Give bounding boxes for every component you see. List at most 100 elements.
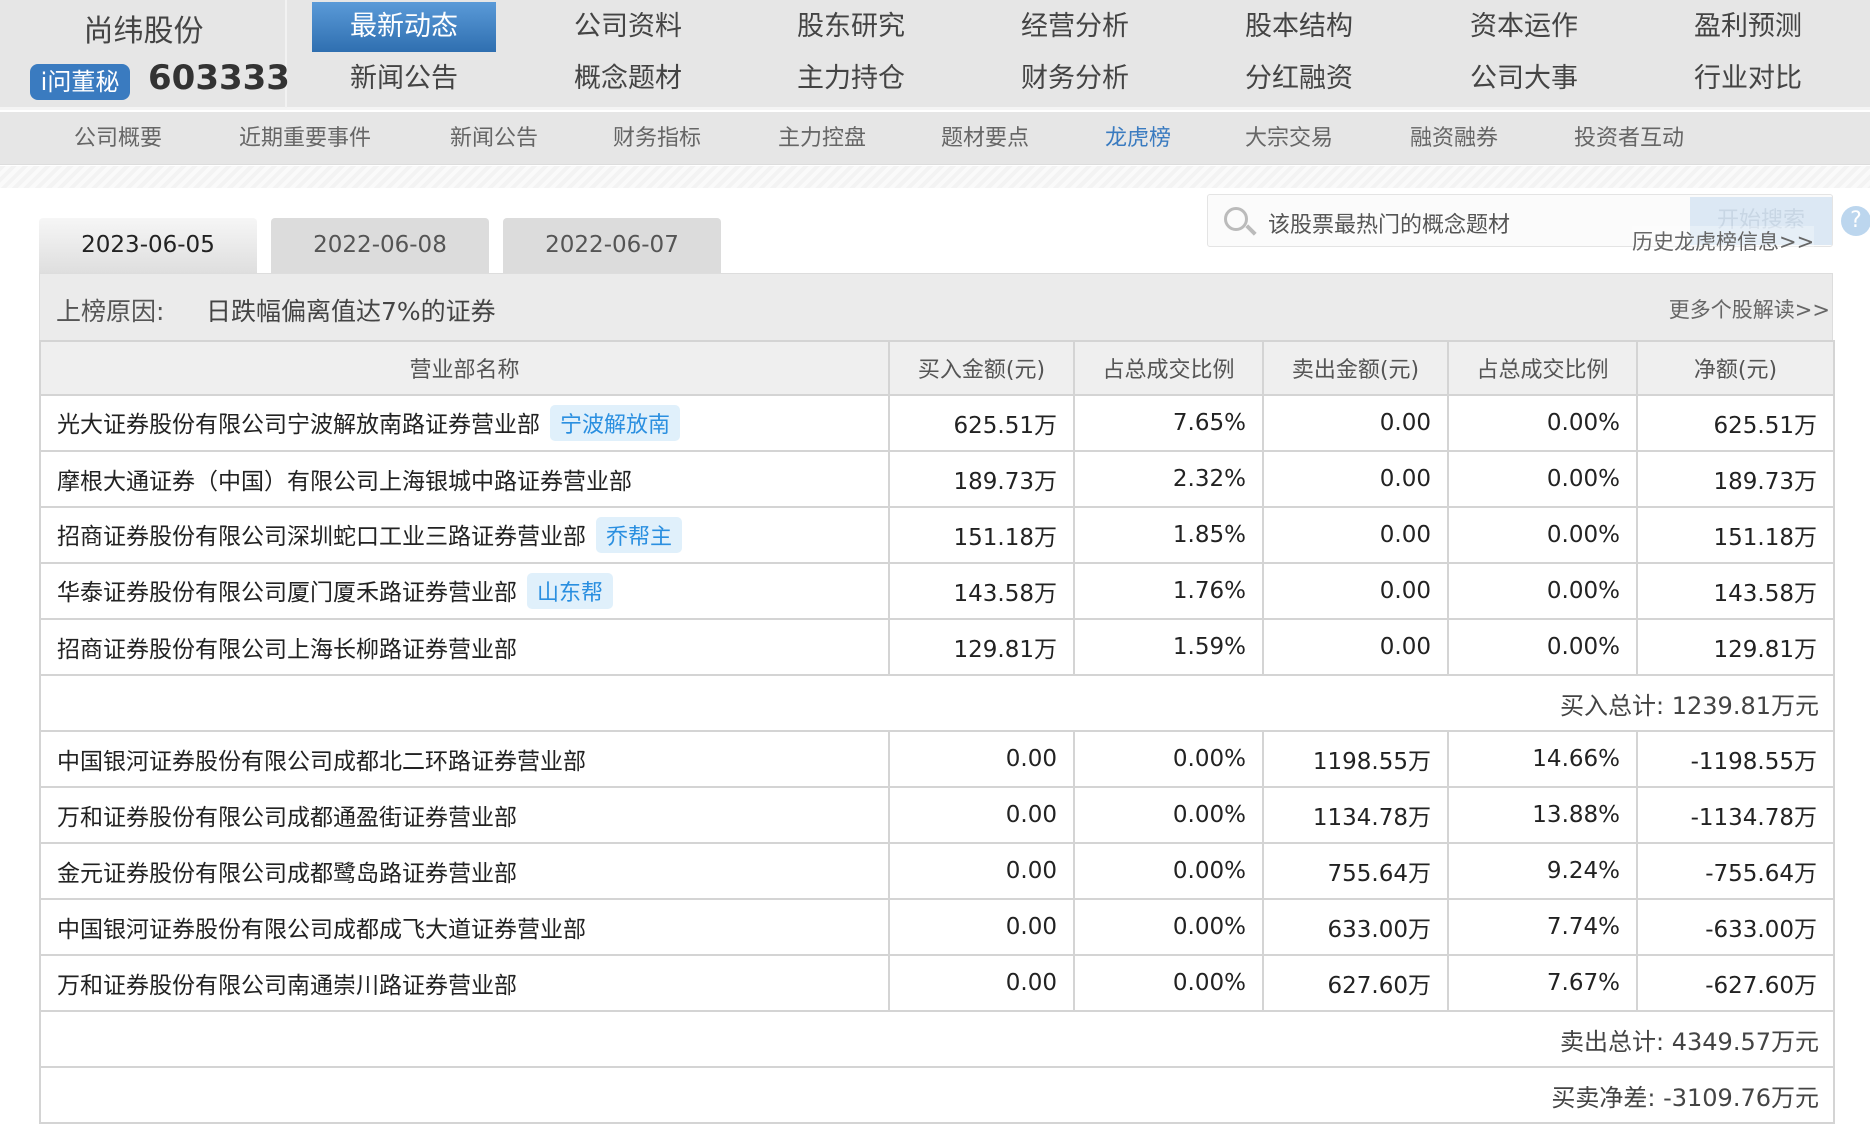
history-link[interactable]: 历史龙虎榜信息>> xyxy=(1632,226,1815,256)
branch-name-cell[interactable]: 中国银河证券股份有限公司成都成飞大道证券营业部 xyxy=(39,898,890,956)
total-row: 买入总计: 1239.81万元 xyxy=(39,674,1835,732)
buy-pct-cell: 0.00% xyxy=(1073,730,1264,788)
buy-cell: 189.73万 xyxy=(888,450,1075,508)
branch-name-cell[interactable]: 金元证券股份有限公司成都鹭岛路证券营业部 xyxy=(39,842,890,900)
branch-name-cell[interactable]: 万和证券股份有限公司南通崇川路证券营业部 xyxy=(39,954,890,1012)
nav-item[interactable]: 行业对比 xyxy=(1656,54,1840,104)
branch-name[interactable]: 万和证券股份有限公司成都通盈街证券营业部 xyxy=(57,805,517,831)
subnav-item[interactable]: 主力控盘 xyxy=(778,112,866,165)
branch-name[interactable]: 摩根大通证券（中国）有限公司上海银城中路证券营业部 xyxy=(57,469,632,495)
branch-name[interactable]: 华泰证券股份有限公司厦门厦禾路证券营业部 xyxy=(57,580,517,606)
branch-name-cell[interactable]: 光大证券股份有限公司宁波解放南路证券营业部 宁波解放南 xyxy=(39,394,890,452)
buy-cell: 0.00 xyxy=(888,730,1075,788)
sub-nav: 公司概要 近期重要事件 新闻公告 财务指标 主力控盘 题材要点 龙虎榜 大宗交易 融资融券 投资者… xyxy=(0,112,1870,165)
buy-pct-cell: 0.00% xyxy=(1073,786,1264,844)
sell-pct-cell: 0.00% xyxy=(1447,562,1638,620)
nav-item[interactable]: 股东研究 xyxy=(759,2,943,52)
table-row: 华泰证券股份有限公司厦门厦禾路证券营业部 山东帮 143.58万 1.76% 0.00 0… xyxy=(39,562,1835,620)
net-cell: -633.00万 xyxy=(1636,898,1835,956)
buy-cell: 151.18万 xyxy=(888,506,1075,564)
ask-secretary-badge[interactable]: i问董秘 xyxy=(30,64,130,100)
buy-cell: 129.81万 xyxy=(888,618,1075,676)
buy-pct-cell: 1.59% xyxy=(1073,618,1264,676)
col-header: 卖出金额(元) xyxy=(1262,340,1449,396)
subnav-item[interactable]: 融资融券 xyxy=(1410,112,1498,165)
more-analysis-link[interactable]: 更多个股解读>> xyxy=(1669,294,1830,324)
branch-name[interactable]: 中国银河证券股份有限公司成都成飞大道证券营业部 xyxy=(57,917,586,943)
sell-pct-cell: 0.00% xyxy=(1447,394,1638,452)
nav-item[interactable]: 分红融资 xyxy=(1207,54,1391,104)
date-tab[interactable]: 2022-06-08 xyxy=(271,218,489,274)
branch-name-cell[interactable]: 招商证券股份有限公司上海长柳路证券营业部 xyxy=(39,618,890,676)
subnav-item[interactable]: 近期重要事件 xyxy=(239,112,371,165)
buy-pct-cell: 2.32% xyxy=(1073,450,1264,508)
top-header: 尚纬股份 i问董秘 603333 最新动态 新闻公告 公司资料 概念题材 股东研究 主力持… xyxy=(0,0,1870,110)
table-row: 中国银河证券股份有限公司成都成飞大道证券营业部 0.00 0.00% 633.00万 7… xyxy=(39,898,1835,956)
nav-item[interactable]: 资本运作 xyxy=(1432,2,1616,52)
branch-name[interactable]: 金元证券股份有限公司成都鹭岛路证券营业部 xyxy=(57,861,517,887)
nav-item[interactable]: 公司大事 xyxy=(1432,54,1616,104)
sell-cell: 633.00万 xyxy=(1262,898,1449,956)
reason-label: 上榜原因: xyxy=(56,297,165,326)
net-cell: -1198.55万 xyxy=(1636,730,1835,788)
sell-cell: 0.00 xyxy=(1262,506,1449,564)
nav-item[interactable]: 股本结构 xyxy=(1207,2,1391,52)
buy-pct-cell: 0.00% xyxy=(1073,842,1264,900)
subnav-item[interactable]: 龙虎榜 xyxy=(1105,112,1171,165)
nav-item[interactable]: 盈利预测 xyxy=(1656,2,1840,52)
table-header-row: 营业部名称 买入金额(元) 占总成交比例 卖出金额(元) 占总成交比例 净额(元… xyxy=(39,340,1835,396)
branch-name-cell[interactable]: 万和证券股份有限公司成都通盈街证券营业部 xyxy=(39,786,890,844)
nav-item[interactable]: 主力持仓 xyxy=(759,54,943,104)
search-input[interactable]: 该股票最热门的概念题材 xyxy=(1268,207,1510,239)
buy-pct-cell: 1.76% xyxy=(1073,562,1264,620)
sell-pct-cell: 9.24% xyxy=(1447,842,1638,900)
branch-name[interactable]: 招商证券股份有限公司深圳蛇口工业三路证券营业部 xyxy=(57,524,586,550)
trader-tag[interactable]: 宁波解放南 xyxy=(550,405,681,441)
help-icon[interactable]: ? xyxy=(1841,206,1870,236)
nav-item[interactable]: 概念题材 xyxy=(536,54,720,104)
subnav-item[interactable]: 投资者互动 xyxy=(1574,112,1684,165)
stock-code: 603333 xyxy=(148,58,290,98)
nav-item[interactable]: 新闻公告 xyxy=(312,54,496,104)
branch-name-cell[interactable]: 摩根大通证券（中国）有限公司上海银城中路证券营业部 xyxy=(39,450,890,508)
branch-name[interactable]: 招商证券股份有限公司上海长柳路证券营业部 xyxy=(57,637,517,663)
sell-pct-cell: 13.88% xyxy=(1447,786,1638,844)
subnav-item[interactable]: 公司概要 xyxy=(74,112,162,165)
subnav-item[interactable]: 大宗交易 xyxy=(1245,112,1333,165)
table-row: 万和证券股份有限公司南通崇川路证券营业部 0.00 0.00% 627.60万 7.67… xyxy=(39,954,1835,1012)
net-cell: 151.18万 xyxy=(1636,506,1835,564)
trader-tag[interactable]: 乔帮主 xyxy=(596,517,683,553)
subnav-item[interactable]: 财务指标 xyxy=(613,112,701,165)
branch-name[interactable]: 光大证券股份有限公司宁波解放南路证券营业部 xyxy=(57,412,540,438)
net-cell: -1134.78万 xyxy=(1636,786,1835,844)
branch-name[interactable]: 万和证券股份有限公司南通崇川路证券营业部 xyxy=(57,973,517,999)
net-cell: 189.73万 xyxy=(1636,450,1835,508)
nav-item[interactable]: 财务分析 xyxy=(983,54,1167,104)
subnav-item[interactable]: 新闻公告 xyxy=(450,112,538,165)
branch-name-cell[interactable]: 中国银河证券股份有限公司成都北二环路证券营业部 xyxy=(39,730,890,788)
table-row: 光大证券股份有限公司宁波解放南路证券营业部 宁波解放南 625.51万 7.65% 0.… xyxy=(39,394,1835,452)
total-row: 卖出总计: 4349.57万元 xyxy=(39,1010,1835,1068)
sell-cell: 0.00 xyxy=(1262,618,1449,676)
sell-cell: 1198.55万 xyxy=(1262,730,1449,788)
sell-cell: 1134.78万 xyxy=(1262,786,1449,844)
date-tab[interactable]: 2022-06-07 xyxy=(503,218,721,274)
nav-item[interactable]: 最新动态 xyxy=(312,2,496,52)
nav-item[interactable]: 公司资料 xyxy=(536,2,720,52)
branch-name[interactable]: 中国银河证券股份有限公司成都北二环路证券营业部 xyxy=(57,749,586,775)
branch-name-cell[interactable]: 招商证券股份有限公司深圳蛇口工业三路证券营业部 乔帮主 xyxy=(39,506,890,564)
sell-pct-cell: 0.00% xyxy=(1447,450,1638,508)
branch-name-cell[interactable]: 华泰证券股份有限公司厦门厦禾路证券营业部 山东帮 xyxy=(39,562,890,620)
sell-cell: 0.00 xyxy=(1262,562,1449,620)
col-header: 买入金额(元) xyxy=(888,340,1075,396)
col-header: 占总成交比例 xyxy=(1073,340,1264,396)
nav-item[interactable]: 经营分析 xyxy=(983,2,1167,52)
table-row: 招商证券股份有限公司上海长柳路证券营业部 129.81万 1.59% 0.00 0.00… xyxy=(39,618,1835,676)
date-tab[interactable]: 2023-06-05 xyxy=(39,218,257,274)
net-cell: 625.51万 xyxy=(1636,394,1835,452)
trader-tag[interactable]: 山东帮 xyxy=(527,573,614,609)
sell-cell: 627.60万 xyxy=(1262,954,1449,1012)
sell-pct-cell: 7.67% xyxy=(1447,954,1638,1012)
subnav-item[interactable]: 题材要点 xyxy=(941,112,1029,165)
sell-pct-cell: 0.00% xyxy=(1447,506,1638,564)
